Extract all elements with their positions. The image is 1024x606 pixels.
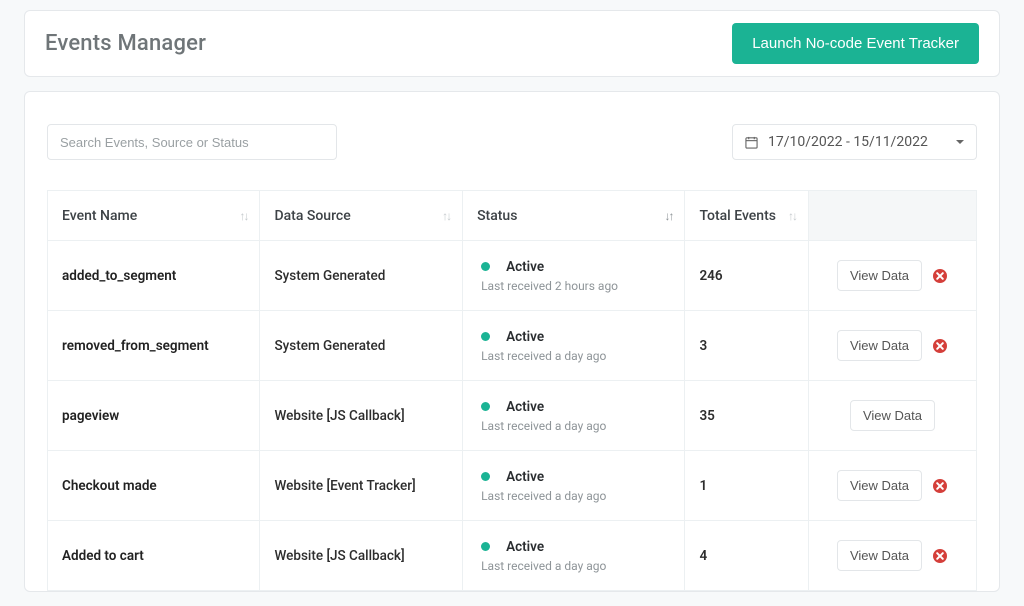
- total-events: 3: [699, 338, 707, 354]
- launch-tracker-button[interactable]: Launch No-code Event Tracker: [732, 23, 979, 64]
- actions-cell: View Data: [823, 311, 962, 380]
- data-source: System Generated: [274, 338, 385, 354]
- table-row: Added to cart Website [JS Callback] Acti…: [48, 521, 977, 591]
- table-row: removed_from_segment System Generated Ac…: [48, 311, 977, 381]
- view-data-button[interactable]: View Data: [837, 330, 922, 361]
- last-received: Last received a day ago: [477, 419, 670, 433]
- page-header: Events Manager Launch No-code Event Trac…: [24, 10, 1000, 77]
- delete-icon[interactable]: [932, 338, 948, 354]
- actions-cell: View Data: [823, 521, 962, 590]
- total-events: 35: [699, 408, 714, 424]
- actions-cell: View Data: [823, 241, 962, 310]
- col-header-event-name[interactable]: Event Name ↑↓: [48, 191, 260, 241]
- status-text: Active: [506, 399, 544, 415]
- status-text: Active: [506, 469, 544, 485]
- status-text: Active: [506, 259, 544, 275]
- event-name: added_to_segment: [62, 268, 176, 284]
- total-events: 1: [699, 478, 707, 494]
- chevron-down-icon: [956, 140, 964, 144]
- status-cell: Active Last received a day ago: [477, 451, 670, 520]
- last-received: Last received 2 hours ago: [477, 279, 670, 293]
- search-input[interactable]: [47, 124, 337, 160]
- status-dot-icon: [481, 542, 490, 551]
- data-source: Website [JS Callback]: [274, 408, 404, 424]
- content-panel: 17/10/2022 - 15/11/2022 Event Name ↑↓ Da…: [24, 91, 1000, 592]
- col-header-total-events[interactable]: Total Events ↑↓: [685, 191, 809, 241]
- status-cell: Active Last received 2 hours ago: [477, 241, 670, 310]
- view-data-button[interactable]: View Data: [850, 400, 935, 431]
- status-dot-icon: [481, 472, 490, 481]
- status-dot-icon: [481, 402, 490, 411]
- actions-cell: View Data: [823, 381, 962, 450]
- event-name: Checkout made: [62, 478, 157, 494]
- total-events: 4: [699, 548, 707, 564]
- status-text: Active: [506, 329, 544, 345]
- status-dot-icon: [481, 262, 490, 271]
- event-name: Added to cart: [62, 548, 144, 564]
- table-row: added_to_segment System Generated Active…: [48, 241, 977, 311]
- view-data-button[interactable]: View Data: [837, 540, 922, 571]
- actions-cell: View Data: [823, 451, 962, 520]
- status-cell: Active Last received a day ago: [477, 311, 670, 380]
- data-source: Website [JS Callback]: [274, 548, 404, 564]
- table-row: Checkout made Website [Event Tracker] Ac…: [48, 451, 977, 521]
- sort-icon: ↓↑: [664, 209, 672, 223]
- col-header-actions: [808, 191, 976, 241]
- status-cell: Active Last received a day ago: [477, 381, 670, 450]
- sort-icon: ↑↓: [239, 209, 247, 223]
- status-dot-icon: [481, 332, 490, 341]
- page-title: Events Manager: [45, 31, 206, 56]
- data-source: System Generated: [274, 268, 385, 284]
- table-row: pageview Website [JS Callback] Active La…: [48, 381, 977, 451]
- calendar-icon: [745, 136, 758, 149]
- last-received: Last received a day ago: [477, 349, 670, 363]
- date-range-picker[interactable]: 17/10/2022 - 15/11/2022: [732, 124, 977, 160]
- event-name: pageview: [62, 408, 119, 424]
- total-events: 246: [699, 268, 722, 284]
- status-cell: Active Last received a day ago: [477, 521, 670, 590]
- date-range-value: 17/10/2022 - 15/11/2022: [768, 134, 928, 150]
- view-data-button[interactable]: View Data: [837, 260, 922, 291]
- delete-icon[interactable]: [932, 478, 948, 494]
- status-text: Active: [506, 539, 544, 555]
- sort-icon: ↑↓: [788, 209, 796, 223]
- sort-icon: ↑↓: [442, 209, 450, 223]
- data-source: Website [Event Tracker]: [274, 478, 415, 494]
- delete-icon[interactable]: [932, 548, 948, 564]
- table-header-row: Event Name ↑↓ Data Source ↑↓ Status ↓↑ T…: [48, 191, 977, 241]
- filters-row: 17/10/2022 - 15/11/2022: [47, 124, 977, 160]
- col-header-status[interactable]: Status ↓↑: [463, 191, 685, 241]
- last-received: Last received a day ago: [477, 489, 670, 503]
- last-received: Last received a day ago: [477, 559, 670, 573]
- col-header-data-source[interactable]: Data Source ↑↓: [260, 191, 463, 241]
- event-name: removed_from_segment: [62, 338, 209, 354]
- delete-icon[interactable]: [932, 268, 948, 284]
- view-data-button[interactable]: View Data: [837, 470, 922, 501]
- events-table: Event Name ↑↓ Data Source ↑↓ Status ↓↑ T…: [47, 190, 977, 591]
